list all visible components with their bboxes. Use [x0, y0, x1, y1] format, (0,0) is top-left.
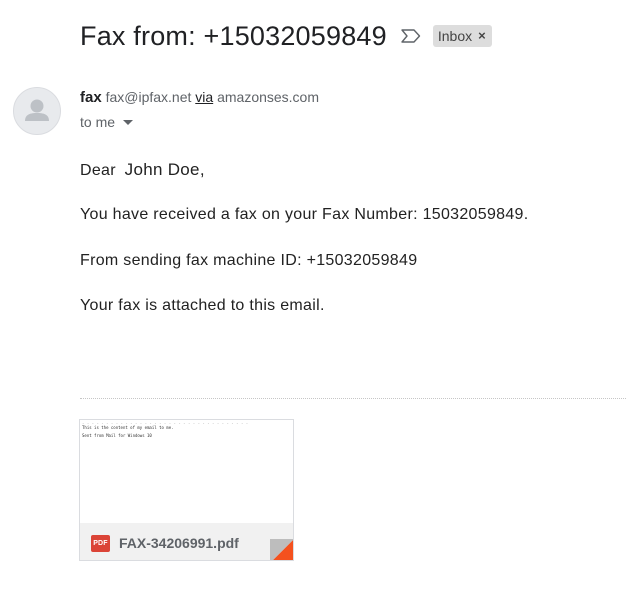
sender-avatar[interactable]	[13, 87, 61, 135]
email-subject-row: Fax from: +15032059849 Inbox ×	[80, 18, 492, 54]
email-subject: Fax from: +15032059849	[80, 20, 387, 51]
inbox-label-text: Inbox	[437, 28, 473, 44]
sender-name[interactable]: fax	[80, 89, 102, 106]
inbox-label-chip[interactable]: Inbox ×	[432, 25, 492, 47]
attachment-file-name[interactable]: FAX-34206991.pdf	[119, 535, 239, 551]
recipient-details-toggle[interactable]: to me	[80, 114, 134, 130]
via-domain: amazonses.com	[217, 89, 320, 105]
body-line-attached: Your fax is attached to this email.	[80, 297, 325, 314]
page-fold-corner-icon	[270, 539, 293, 560]
attachment-divider	[80, 398, 626, 399]
via-link[interactable]: via	[195, 89, 213, 105]
recipient-label: to me	[80, 114, 116, 130]
default-user-avatar-icon	[25, 99, 49, 121]
importance-marker-icon[interactable]	[401, 29, 421, 43]
greeting-line: Dear John Doe,	[80, 160, 205, 180]
attachment-footer[interactable]: PDF FAX-34206991.pdf	[80, 523, 293, 560]
body-line-fax-number: You have received a fax on your Fax Numb…	[80, 206, 529, 223]
body-line-sender-id: From sending fax machine ID: +1503205984…	[80, 252, 418, 269]
pdf-icon: PDF	[91, 535, 110, 552]
preview-text-line: Sent from Mail for Windows 10	[82, 433, 152, 438]
sender-address: fax@ipfax.net	[105, 89, 192, 105]
remove-label-icon[interactable]: ×	[478, 27, 486, 45]
preview-text-line: This is the content of my email to me.	[82, 425, 174, 430]
greeting-prefix: Dear	[80, 162, 116, 179]
attachment-card[interactable]: - - - - - - - - - - - - - - - - - - - - …	[79, 419, 294, 561]
caret-down-icon[interactable]	[123, 119, 134, 125]
greeting-name: John Doe,	[124, 160, 205, 179]
attachment-preview[interactable]: - - - - - - - - - - - - - - - - - - - - …	[80, 420, 293, 523]
sender-line: fax fax@ipfax.net via amazonses.com	[80, 89, 319, 106]
